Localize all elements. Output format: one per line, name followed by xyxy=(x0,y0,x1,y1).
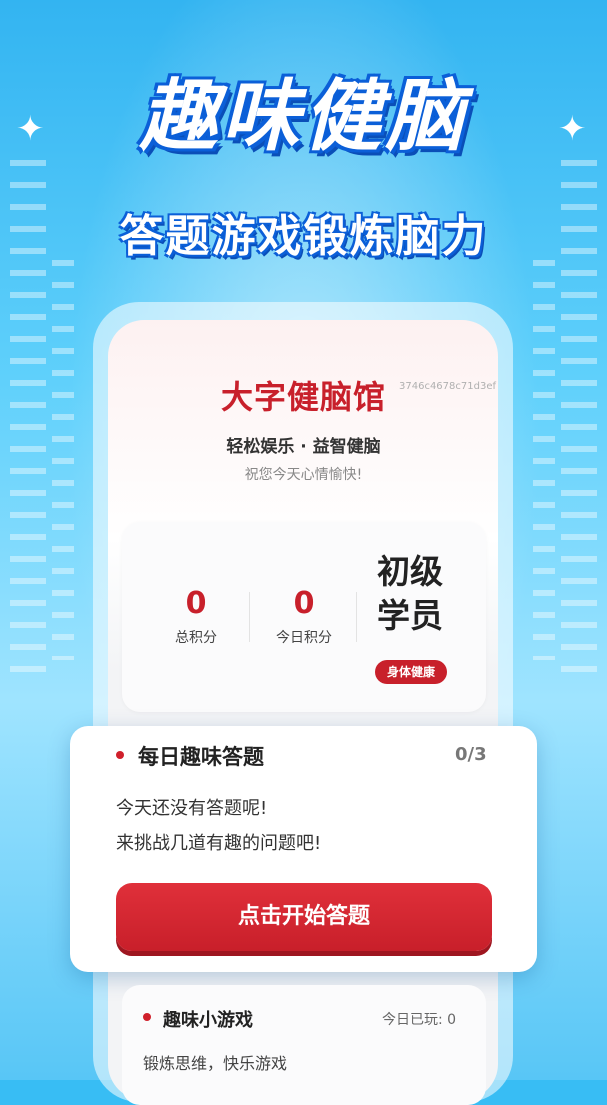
decor-light-stripe xyxy=(533,260,555,660)
mini-games-subtitle: 锻炼思维，快乐游戏 xyxy=(143,1054,288,1073)
decor-light-stripe xyxy=(52,260,74,660)
banner-subtitle: 答题游戏锻炼脑力 xyxy=(119,211,488,262)
app-title: 大字健脑馆 xyxy=(220,378,386,416)
daily-quiz-progress: 0/3 xyxy=(455,744,487,765)
daily-quiz-message-line2: 来挑战几道有趣的问题吧! xyxy=(116,833,322,854)
start-quiz-button[interactable]: 点击开始答题 xyxy=(116,883,492,951)
daily-quiz-title: 每日趣味答题 xyxy=(138,745,264,769)
device-id: 3746c4678c71d3ef xyxy=(399,381,497,392)
health-status-badge: 身体健康 xyxy=(375,660,447,684)
today-points-label: 今日积分 xyxy=(276,630,332,646)
today-points-stat: 0 今日积分 xyxy=(259,586,349,647)
daily-quiz-message-line1: 今天还没有答题呢! xyxy=(116,798,268,819)
total-points-stat: 0 总积分 xyxy=(151,586,241,647)
mini-games-card[interactable] xyxy=(122,985,486,1105)
today-points-value: 0 xyxy=(293,586,315,621)
user-level-line2: 学员 xyxy=(377,596,443,635)
user-level: 初级 学员 xyxy=(370,550,450,638)
stat-divider xyxy=(356,592,357,642)
app-tagline: 轻松娱乐 · 益智健脑 xyxy=(226,437,381,457)
total-points-label: 总积分 xyxy=(175,630,217,646)
bullet-dot-icon xyxy=(143,1013,151,1021)
banner-title: 趣味健脑 xyxy=(139,72,468,162)
greeting-text: 祝您今天心情愉快! xyxy=(244,467,363,483)
mini-games-played-count: 今日已玩: 0 xyxy=(382,1012,457,1028)
bullet-dot-icon xyxy=(116,751,124,759)
mini-games-title: 趣味小游戏 xyxy=(163,1010,253,1031)
stat-divider xyxy=(249,592,250,642)
total-points-value: 0 xyxy=(185,586,207,621)
user-level-line1: 初级 xyxy=(377,552,443,591)
